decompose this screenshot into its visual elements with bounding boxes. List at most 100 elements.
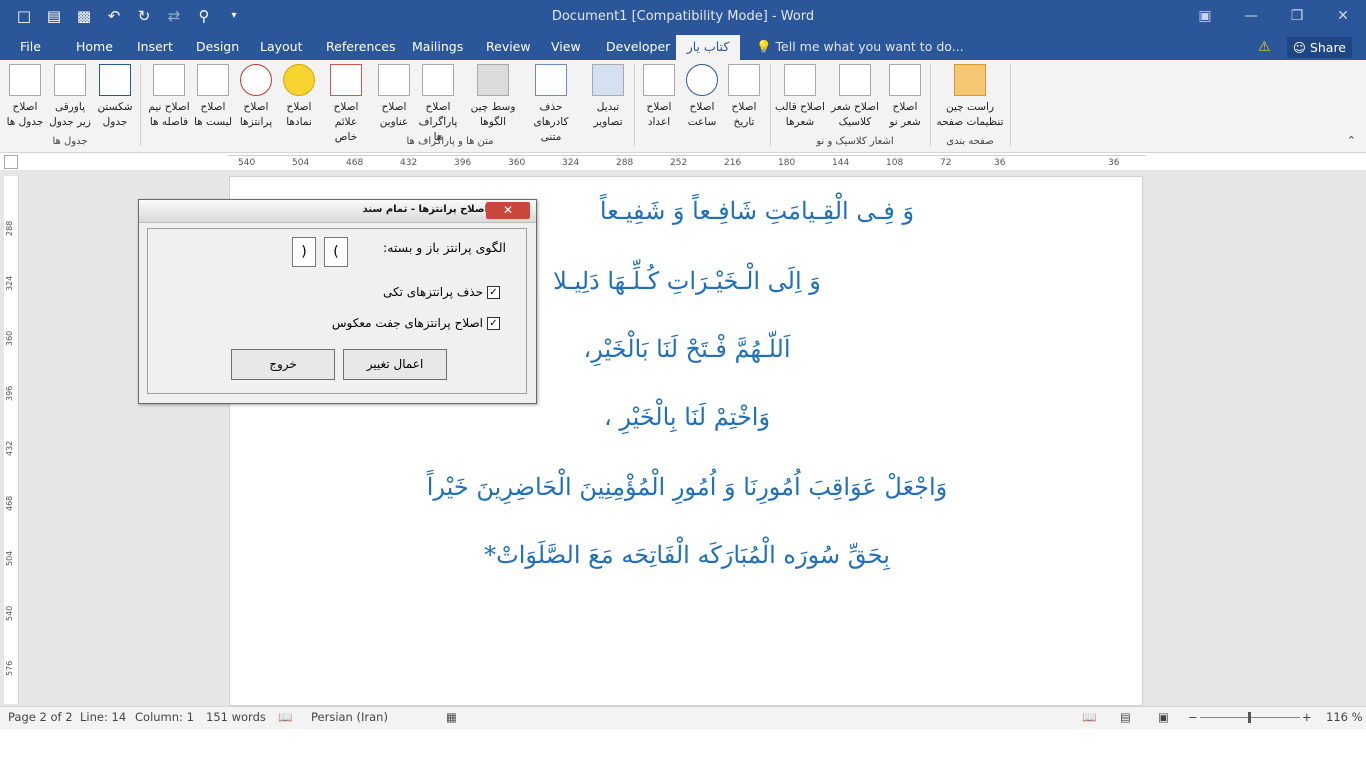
center-patterns-button[interactable]: وسط چین الگوها [470,64,516,130]
zoom-out-icon[interactable]: − [1188,710,1198,724]
ruler-tick: 180 [778,158,796,168]
ruler-tick: 540 [5,605,14,621]
group-label-texts: متن ها و پاراگراف ها [406,136,494,147]
group-label-tables: جدول ها [52,136,88,147]
collapse-ribbon-icon[interactable]: ⌃ [1347,134,1356,147]
ruler-tick: 288 [5,220,14,236]
ruler-tick: 324 [562,158,580,168]
ruler-tick: 288 [616,158,634,168]
tab-insert[interactable]: Insert [131,35,179,60]
button-label: اصلاح نیم فاصله ها [148,101,190,128]
poem-format-icon [784,64,816,96]
button-label: اصلاح شعر نو [889,101,921,128]
tab-view[interactable]: View [545,35,587,60]
fix-paragraphs-button[interactable]: اصلاح پاراگراف ها [415,64,461,145]
tab-ketab-yar[interactable]: کتاب یار [676,35,740,60]
fix-date-button[interactable]: اصلاح تاریخ [721,64,767,130]
ruler-tick: 468 [346,158,364,168]
horizontal-ruler[interactable]: 540 504 468 432 396 360 324 288 252 216 … [228,155,1146,171]
checkmark-icon[interactable]: ✓ [487,286,500,299]
vertical-ruler[interactable]: 288 324 360 396 432 468 504 540 576 [4,176,19,704]
language[interactable]: Persian (Iran) [311,710,388,724]
calendar-icon [728,64,760,96]
line-number: Line: 14 [80,710,127,724]
group-separator [634,64,635,146]
title-bar: □ ▤ ▩ ↶ ↻ ⇄ ⚲ ▾ Document1 [Compatibility… [0,0,1366,35]
zoom-level[interactable]: 116 % [1326,710,1363,724]
fix-lists-button[interactable]: اصلاح لیست ها [190,64,236,130]
fix-half-space-button[interactable]: اصلاح نیم فاصله ها [146,64,192,130]
maximize-icon[interactable]: ❐ [1274,0,1320,32]
checkmark-icon[interactable]: ✓ [487,317,500,330]
dialog-title-bar[interactable]: اصلاح پرانتزها - تمام سند ✕ [139,200,536,223]
pencil-icon [535,64,567,96]
zoom-slider-thumb[interactable] [1248,712,1251,723]
dialog-close-button[interactable]: ✕ [486,202,530,219]
tell-me-search[interactable]: 💡 Tell me what you want to do... [756,35,964,59]
share-label: Share [1309,40,1346,55]
table-footnote-button[interactable]: پاورقی زیر جدول [47,64,93,130]
window-controls: ▣ — ❐ ✕ [1182,0,1366,32]
fix-numbers-button[interactable]: اصلاح اعداد [636,64,682,130]
tab-review[interactable]: Review [480,35,537,60]
fix-parentheses-dialog: اصلاح پرانتزها - تمام سند ✕ الگوی پرانتز… [138,199,537,404]
ruler-tick: 72 [940,158,952,168]
zoom-in-icon[interactable]: + [1302,710,1312,724]
share-button[interactable]: ☺ Share [1286,37,1352,58]
read-mode-icon[interactable]: 📖 [1082,710,1096,724]
ruler-tick: 144 [832,158,850,168]
button-label: وسط چین الگوها [470,101,516,128]
fix-special-marks-button[interactable]: اصلاح علائم خاص [323,64,369,145]
remove-textboxes-button[interactable]: حذف کادرهای متنی [528,64,574,145]
tell-me-text: Tell me what you want to do... [775,39,964,54]
ruler-tick: 36 [1108,158,1120,168]
print-layout-icon[interactable]: ▤ [1120,710,1131,724]
close-icon[interactable]: ✕ [1320,0,1366,32]
web-layout-icon[interactable]: ▣ [1158,710,1169,724]
center-patterns-icon [477,64,509,96]
macro-record-icon[interactable]: ▦ [446,710,457,724]
rtl-page-setup-button[interactable]: راست چین تنظیمات صفحه [934,64,1006,130]
table-footnote-icon [54,64,86,96]
fix-time-button[interactable]: اصلاح ساعت [679,64,725,130]
ruler-tick: 324 [5,275,14,291]
headings-icon [378,64,410,96]
fix-reversed-parens-checkbox[interactable]: ✓ اصلاح پرانتزهای جفت معکوس [332,316,500,330]
tab-references[interactable]: References [320,35,401,60]
word-count[interactable]: 151 words [206,710,266,724]
fix-poem-format-button[interactable]: اصلاح قالب شعرها [774,64,826,130]
tab-developer[interactable]: Developer [600,35,676,60]
group-separator [1010,64,1011,146]
tab-selector[interactable] [4,155,18,169]
tab-file[interactable]: File [14,35,47,60]
tab-design[interactable]: Design [190,35,245,60]
exit-button[interactable]: خروج [231,349,335,380]
warning-icon[interactable]: ⚠ [1258,39,1271,55]
tab-mailings[interactable]: Mailings [406,35,469,60]
fix-tables-button[interactable]: اصلاح جدول ها [2,64,48,130]
status-bar: Page 2 of 2 Line: 14 Column: 1 151 words… [0,706,1366,729]
apply-changes-button[interactable]: اعمال تغییر [343,349,447,380]
split-table-button[interactable]: شکستن جدول [92,64,138,130]
proofing-icon[interactable]: 📖 [278,710,292,724]
open-paren-input[interactable]: ( [324,237,348,267]
close-paren-input[interactable]: ) [292,237,316,267]
fix-classic-poem-button[interactable]: اصلاح شعر کلاسیک [829,64,881,130]
tab-layout[interactable]: Layout [254,35,309,60]
button-label: اصلاح جدول ها [6,101,44,128]
tab-home[interactable]: Home [70,35,119,60]
group-label-poems: اشعار کلاسیک و نو [816,136,894,147]
fix-parentheses-button[interactable]: اصلاح پرانتزها [233,64,279,130]
fix-new-poem-button[interactable]: اصلاح شعر نو [882,64,928,130]
minimize-icon[interactable]: — [1228,0,1274,32]
ribbon-display-icon[interactable]: ▣ [1182,0,1228,32]
ruler-tick: 504 [292,158,310,168]
fix-symbols-button[interactable]: اصلاح نمادها [276,64,322,130]
remove-single-parens-checkbox[interactable]: ✓ حذف پرانتزهای تکی [383,285,500,299]
ruler-tick: 396 [454,158,472,168]
fix-headings-button[interactable]: اصلاح عناوین [371,64,417,130]
convert-images-button[interactable]: تبدیل تصاویر [585,64,631,130]
page-count[interactable]: Page 2 of 2 [8,710,73,724]
document-line: وَاجْعَلْ عَوَاقِبَ اُمُورِنَا وَ اُمُور… [426,473,948,501]
ruler-tick: 468 [5,495,14,511]
